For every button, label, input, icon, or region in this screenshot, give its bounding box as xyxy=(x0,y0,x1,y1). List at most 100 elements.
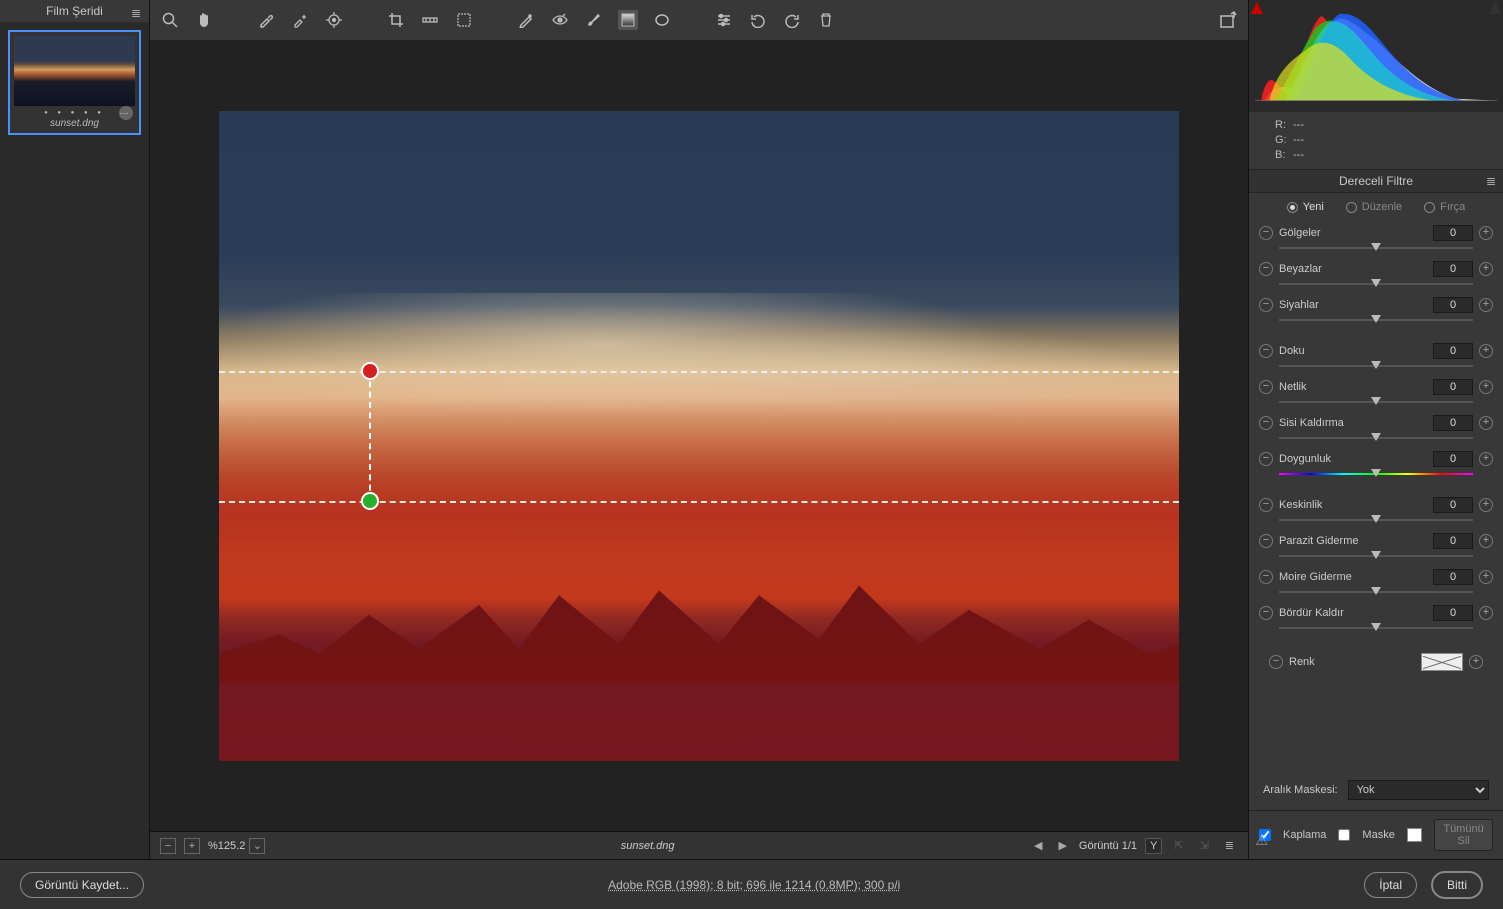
slider-doku-minus[interactable]: − xyxy=(1259,344,1273,358)
gradient-pin-start[interactable] xyxy=(361,362,379,380)
eyedropper-icon[interactable] xyxy=(256,10,276,30)
slider-golgeler-value[interactable] xyxy=(1433,225,1473,241)
slider-beyazlar-minus[interactable]: − xyxy=(1259,262,1273,276)
transform-icon[interactable] xyxy=(454,10,474,30)
slider-bordur-value[interactable] xyxy=(1433,605,1473,621)
slider-bordur-plus[interactable]: + xyxy=(1479,606,1493,620)
gradient-connector[interactable] xyxy=(369,371,371,501)
image-canvas[interactable] xyxy=(219,111,1179,761)
canvas-area[interactable]: ⚠ xyxy=(150,40,1248,831)
rotate-ccw-icon[interactable] xyxy=(748,10,768,30)
thumb-rating-dots[interactable]: ● ● ● ● ●⋯ xyxy=(14,106,135,118)
prev-image-button[interactable]: ◀ xyxy=(1030,839,1046,852)
footer-btn-1[interactable]: ⇱ xyxy=(1170,839,1187,852)
slider-doygunluk-value[interactable] xyxy=(1433,451,1473,467)
slider-parazit-track[interactable] xyxy=(1279,551,1473,561)
slider-doku-plus[interactable]: + xyxy=(1479,344,1493,358)
rotate-cw-icon[interactable] xyxy=(782,10,802,30)
zoom-in-button[interactable]: + xyxy=(184,838,200,854)
radial-filter-icon[interactable] xyxy=(652,10,672,30)
panel-menu-icon[interactable] xyxy=(1485,174,1497,184)
thumb-settings-badge[interactable]: ⋯ xyxy=(119,106,133,120)
next-image-button[interactable]: ▶ xyxy=(1054,839,1070,852)
mode-edit[interactable]: Düzenle xyxy=(1346,201,1402,213)
slider-golgeler-minus[interactable]: − xyxy=(1259,226,1273,240)
crop-icon[interactable] xyxy=(386,10,406,30)
slider-netlik-plus[interactable]: + xyxy=(1479,380,1493,394)
trash-icon[interactable] xyxy=(816,10,836,30)
slider-sisi-track[interactable] xyxy=(1279,433,1473,443)
save-image-button[interactable]: Görüntü Kaydet... xyxy=(20,872,144,898)
slider-keskinlik-minus[interactable]: − xyxy=(1259,498,1273,512)
slider-netlik-value[interactable] xyxy=(1433,379,1473,395)
slider-parazit: − Parazit Giderme + xyxy=(1259,531,1493,551)
color-swatch[interactable] xyxy=(1421,653,1463,671)
color-minus[interactable]: − xyxy=(1269,655,1283,669)
footer-settings-icon[interactable]: ≣ xyxy=(1221,839,1238,852)
slider-beyazlar-track[interactable] xyxy=(1279,279,1473,289)
gradient-pin-end[interactable] xyxy=(361,492,379,510)
slider-golgeler-plus[interactable]: + xyxy=(1479,226,1493,240)
graduated-filter-icon[interactable] xyxy=(618,10,638,30)
slider-siyahlar-value[interactable] xyxy=(1433,297,1473,313)
slider-sisi-plus[interactable]: + xyxy=(1479,416,1493,430)
slider-doku-value[interactable] xyxy=(1433,343,1473,359)
slider-siyahlar-track[interactable] xyxy=(1279,315,1473,325)
slider-doygunluk-track[interactable] xyxy=(1279,469,1473,479)
mode-new[interactable]: Yeni xyxy=(1287,201,1324,213)
slider-keskinlik-plus[interactable]: + xyxy=(1479,498,1493,512)
mask-color-swatch[interactable] xyxy=(1407,828,1422,842)
slider-doygunluk-minus[interactable]: − xyxy=(1259,452,1273,466)
slider-moire-plus[interactable]: + xyxy=(1479,570,1493,584)
mask-checkbox[interactable] xyxy=(1338,829,1350,841)
slider-moire-track[interactable] xyxy=(1279,587,1473,597)
slider-beyazlar-value[interactable] xyxy=(1433,261,1473,277)
slider-parazit-value[interactable] xyxy=(1433,533,1473,549)
zoom-dropdown-icon[interactable]: ⌄ xyxy=(249,838,265,854)
slider-beyazlar-plus[interactable]: + xyxy=(1479,262,1493,276)
slider-bordur-minus[interactable]: − xyxy=(1259,606,1273,620)
slider-golgeler-track[interactable] xyxy=(1279,243,1473,253)
slider-siyahlar-plus[interactable]: + xyxy=(1479,298,1493,312)
eyedropper-plus-icon[interactable] xyxy=(290,10,310,30)
mode-brush[interactable]: Fırça xyxy=(1424,201,1465,213)
color-plus[interactable]: + xyxy=(1469,655,1483,669)
slider-bordur-track[interactable] xyxy=(1279,623,1473,633)
zoom-level[interactable]: %125.2 ⌄ xyxy=(208,838,265,854)
image-info[interactable]: Adobe RGB (1998); 8 bit; 696 ile 1214 (0… xyxy=(158,878,1350,892)
slider-siyahlar-minus[interactable]: − xyxy=(1259,298,1273,312)
slider-parazit-plus[interactable]: + xyxy=(1479,534,1493,548)
zoom-out-button[interactable]: − xyxy=(160,838,176,854)
brush-icon[interactable] xyxy=(584,10,604,30)
histogram[interactable] xyxy=(1249,0,1503,112)
presets-icon[interactable] xyxy=(714,10,734,30)
slider-netlik-track[interactable] xyxy=(1279,397,1473,407)
straighten-icon[interactable] xyxy=(420,10,440,30)
cancel-button[interactable]: İptal xyxy=(1364,872,1417,898)
footer-btn-2[interactable]: ⇲ xyxy=(1196,839,1213,852)
export-icon[interactable] xyxy=(1218,10,1238,30)
slider-doygunluk-plus[interactable]: + xyxy=(1479,452,1493,466)
done-button[interactable]: Bitti xyxy=(1431,871,1483,899)
redeye-icon[interactable] xyxy=(550,10,570,30)
filmstrip-thumb[interactable]: ● ● ● ● ●⋯ sunset.dng xyxy=(8,30,141,135)
slider-moire-minus[interactable]: − xyxy=(1259,570,1273,584)
hand-tool-icon[interactable] xyxy=(194,10,214,30)
spot-heal-icon[interactable] xyxy=(516,10,536,30)
zoom-tool-icon[interactable] xyxy=(160,10,180,30)
slider-sisi-value[interactable] xyxy=(1433,415,1473,431)
r-value: --- xyxy=(1293,119,1304,131)
slider-keskinlik-track[interactable] xyxy=(1279,515,1473,525)
slider-keskinlik-value[interactable] xyxy=(1433,497,1473,513)
target-adjust-icon[interactable] xyxy=(324,10,344,30)
slider-parazit-minus[interactable]: − xyxy=(1259,534,1273,548)
range-mask-select[interactable]: Yok xyxy=(1348,780,1489,800)
slider-sisi-minus[interactable]: − xyxy=(1259,416,1273,430)
warning-icon[interactable]: ⚠ xyxy=(1255,832,1268,849)
compare-toggle[interactable]: Y xyxy=(1145,838,1162,854)
slider-moire-value[interactable] xyxy=(1433,569,1473,585)
slider-doku-track[interactable] xyxy=(1279,361,1473,371)
slider-netlik-minus[interactable]: − xyxy=(1259,380,1273,394)
filmstrip-menu-icon[interactable] xyxy=(131,6,143,16)
delete-all-button[interactable]: Tümünü Sil xyxy=(1434,819,1493,851)
